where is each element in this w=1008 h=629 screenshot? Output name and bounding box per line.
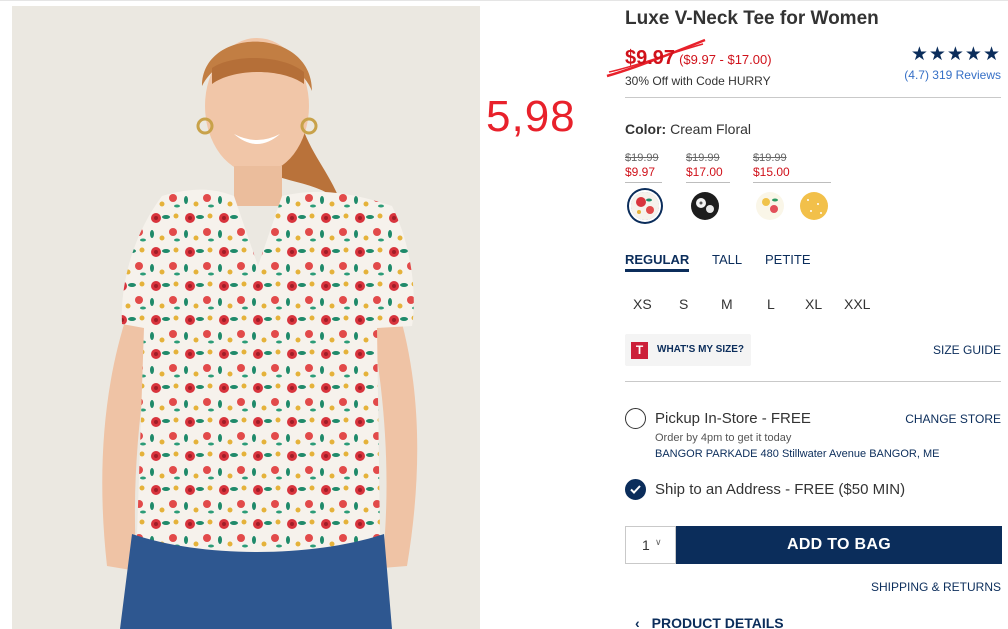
- divider: [625, 182, 662, 183]
- chevron-left-icon: ‹: [635, 615, 640, 629]
- shipping-returns-link[interactable]: SHIPPING & RETURNS: [871, 580, 1001, 594]
- product-details-label: PRODUCT DETAILS: [651, 615, 784, 629]
- price-row: $9.97 ($9.97 - $17.00): [625, 47, 772, 70]
- order-by-text: Order by 4pm to get it today: [655, 432, 792, 444]
- sale-price: $9.97: [625, 165, 656, 179]
- yellow-floral-swatch[interactable]: [756, 192, 784, 220]
- size-xxl[interactable]: XXL: [844, 296, 870, 312]
- color-label-title: Color:: [625, 121, 667, 137]
- yellow-dot-swatch[interactable]: [800, 192, 828, 220]
- swatch-price-group: $19.99 $15.00: [753, 152, 831, 183]
- size-m[interactable]: M: [721, 296, 733, 312]
- pickup-label[interactable]: Pickup In-Store - FREE: [655, 410, 811, 427]
- product-title: Luxe V-Neck Tee for Women: [625, 8, 879, 29]
- checkmark-icon: [630, 485, 641, 494]
- add-to-bag-button[interactable]: ADD TO BAG: [676, 526, 1002, 564]
- divider: [686, 182, 730, 183]
- price-range: ($9.97 - $17.00): [679, 52, 772, 67]
- original-price: $19.99: [686, 152, 720, 164]
- sale-price: $17.00: [686, 165, 723, 179]
- chevron-down-icon: ∨: [655, 537, 662, 547]
- quantity-select[interactable]: 1 ∨: [625, 526, 676, 564]
- whats-my-size-button[interactable]: T WHAT'S MY SIZE?: [625, 334, 751, 366]
- black-floral-swatch[interactable]: [691, 192, 719, 220]
- swatch-price-group: $19.99 $17.00: [686, 152, 730, 183]
- change-store-link[interactable]: CHANGE STORE: [905, 412, 1001, 426]
- size-xs[interactable]: XS: [633, 296, 652, 312]
- divider: [753, 182, 831, 183]
- star-rating-icon: ★★★★★: [910, 44, 1001, 65]
- ship-label[interactable]: Ship to an Address - FREE ($50 MIN): [655, 481, 905, 498]
- tab-tall[interactable]: TALL: [712, 252, 742, 267]
- true-fit-logo-icon: T: [631, 342, 648, 359]
- original-price: $19.99: [753, 152, 787, 164]
- cream-floral-swatch[interactable]: [631, 192, 659, 220]
- sale-price: $9.97: [625, 47, 676, 69]
- tab-petite[interactable]: PETITE: [765, 252, 811, 267]
- color-label: Color: Cream Floral: [625, 121, 751, 137]
- pickup-radio[interactable]: [625, 408, 646, 429]
- swatch-price-group: $19.99 $9.97: [625, 152, 662, 183]
- size-s[interactable]: S: [679, 296, 688, 312]
- divider: [625, 97, 1001, 98]
- reviews-link[interactable]: (4.7) 319 Reviews: [904, 68, 1001, 82]
- whats-my-size-label: WHAT'S MY SIZE?: [657, 344, 745, 355]
- product-info-panel: Luxe V-Neck Tee for Women $9.97 ($9.97 - …: [625, 0, 1003, 629]
- divider: [625, 381, 1001, 382]
- selected-color-name: Cream Floral: [670, 121, 752, 137]
- tab-regular[interactable]: REGULAR: [625, 252, 690, 272]
- product-details-toggle[interactable]: ‹ PRODUCT DETAILS: [635, 615, 784, 629]
- original-price: $19.99: [625, 152, 659, 164]
- price-annotation: 5,98: [486, 92, 576, 141]
- size-guide-link[interactable]: SIZE GUIDE: [933, 343, 1001, 357]
- ship-radio[interactable]: [625, 479, 646, 500]
- sale-price: $15.00: [753, 165, 790, 179]
- size-l[interactable]: L: [767, 296, 775, 312]
- quantity-value: 1: [642, 537, 650, 553]
- size-xl[interactable]: XL: [805, 296, 822, 312]
- promo-text: 30% Off with Code HURRY: [625, 74, 771, 88]
- store-address-link[interactable]: BANGOR PARKADE 480 Stillwater Avenue BAN…: [655, 448, 939, 460]
- rating[interactable]: ★★★★★ (4.7) 319 Reviews: [904, 44, 1001, 82]
- product-image[interactable]: [12, 6, 480, 629]
- model-photo: [12, 6, 480, 629]
